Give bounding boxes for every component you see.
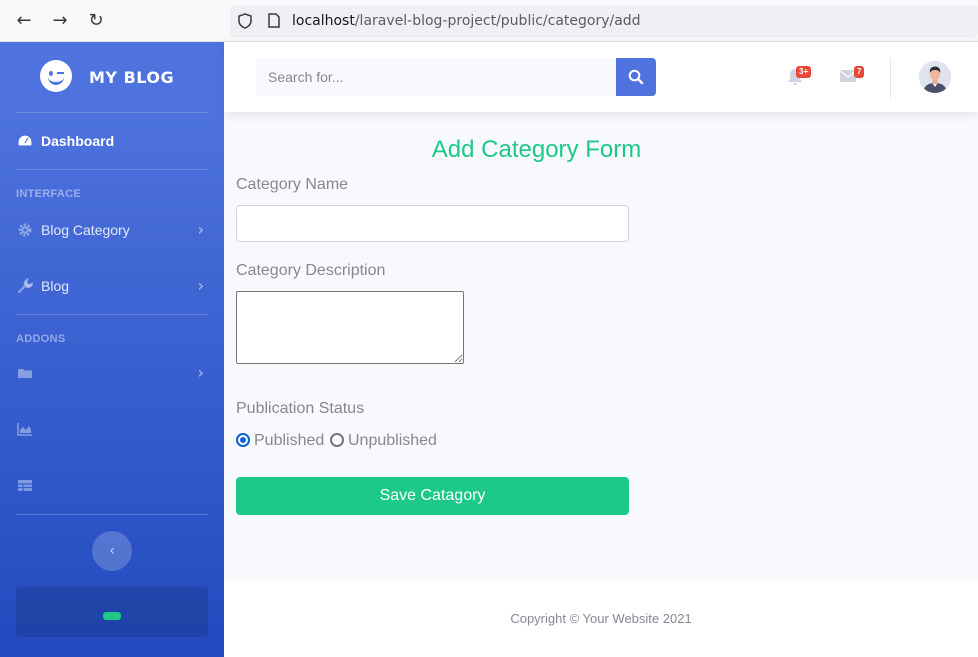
sidebar-heading-addons: ADDONS xyxy=(16,333,66,345)
address-bar[interactable]: localhost/laravel-blog-project/public/ca… xyxy=(230,5,978,37)
avatar[interactable] xyxy=(919,61,951,93)
copyright-text: Copyright © Your Website 2021 xyxy=(510,611,692,626)
sidebar-item-blog[interactable]: Blog › xyxy=(0,266,224,306)
cog-icon xyxy=(18,223,32,237)
reload-icon[interactable]: ↻ xyxy=(86,11,106,31)
sidebar-card xyxy=(16,587,208,637)
sidebar-divider xyxy=(16,514,208,515)
topbar: 3+ 7 xyxy=(224,42,978,112)
page-title: Add Category Form xyxy=(431,136,642,163)
search-icon xyxy=(628,69,644,85)
sidebar-heading-interface: INTERFACE xyxy=(16,188,82,200)
table-icon xyxy=(18,480,32,491)
page-icon xyxy=(268,13,280,28)
search-button[interactable] xyxy=(616,58,656,96)
url-path: /laravel-blog-project/public/category/ad… xyxy=(354,13,641,29)
chart-area-icon xyxy=(17,423,32,436)
brand-name: MY BLOG xyxy=(89,68,175,87)
unpublished-radio-label[interactable]: Unpublished xyxy=(348,432,437,450)
sidebar-divider xyxy=(16,112,208,113)
search-input[interactable] xyxy=(256,58,616,96)
category-name-field[interactable] xyxy=(236,205,629,242)
sidebar-item-label: Dashboard xyxy=(41,133,115,149)
sidebar-divider xyxy=(16,314,208,315)
sidebar-toggle-button[interactable]: ‹ xyxy=(92,531,132,571)
sidebar-item-label: Blog xyxy=(41,278,70,294)
sidebar-item-charts[interactable] xyxy=(0,409,224,449)
published-radio-label[interactable]: Published xyxy=(254,432,324,450)
sidebar-brand[interactable]: MY BLOG xyxy=(0,42,224,112)
category-name-label: Category Name xyxy=(236,176,349,193)
publication-status-label: Publication Status xyxy=(236,400,365,417)
published-radio[interactable] xyxy=(236,433,250,447)
sidebar-item-blog-category[interactable]: Blog Category › xyxy=(0,210,224,250)
back-icon[interactable]: ← xyxy=(14,11,34,31)
shield-icon xyxy=(238,13,252,29)
sidebar-item-pages[interactable]: › xyxy=(0,353,224,393)
messages-count-badge: 7 xyxy=(854,66,865,78)
tachometer-icon xyxy=(17,134,33,147)
category-description-field[interactable] xyxy=(236,291,464,364)
sidebar-item-label: Blog Category xyxy=(41,222,130,238)
unpublished-radio[interactable] xyxy=(330,433,344,447)
footer: Copyright © Your Website 2021 xyxy=(224,580,978,657)
laugh-wink-icon xyxy=(40,60,72,92)
sidebar-divider xyxy=(16,169,208,170)
sidebar-item-dashboard[interactable]: Dashboard xyxy=(0,121,224,161)
chevron-right-icon: › xyxy=(197,220,204,239)
sidebar: MY BLOG Dashboard INTERFACE Blog Categor… xyxy=(0,42,224,657)
wrench-icon xyxy=(17,278,33,294)
forward-icon[interactable]: → xyxy=(50,11,70,31)
folder-icon xyxy=(18,369,32,378)
user-avatar-icon xyxy=(919,61,951,93)
sidebar-card-button[interactable] xyxy=(103,612,121,620)
chevron-right-icon: › xyxy=(197,363,204,382)
save-category-button[interactable]: Save Catagory xyxy=(236,477,629,515)
topbar-divider xyxy=(890,58,891,98)
sidebar-item-tables[interactable] xyxy=(0,465,224,505)
url-text: localhost/laravel-blog-project/public/ca… xyxy=(292,13,641,29)
browser-toolbar: ← → ↻ localhost/laravel-blog-project/pub… xyxy=(0,0,978,42)
url-host: localhost xyxy=(292,13,355,29)
chevron-right-icon: › xyxy=(197,276,204,295)
category-description-label: Category Description xyxy=(236,262,386,279)
alerts-count-badge: 3+ xyxy=(796,66,812,78)
